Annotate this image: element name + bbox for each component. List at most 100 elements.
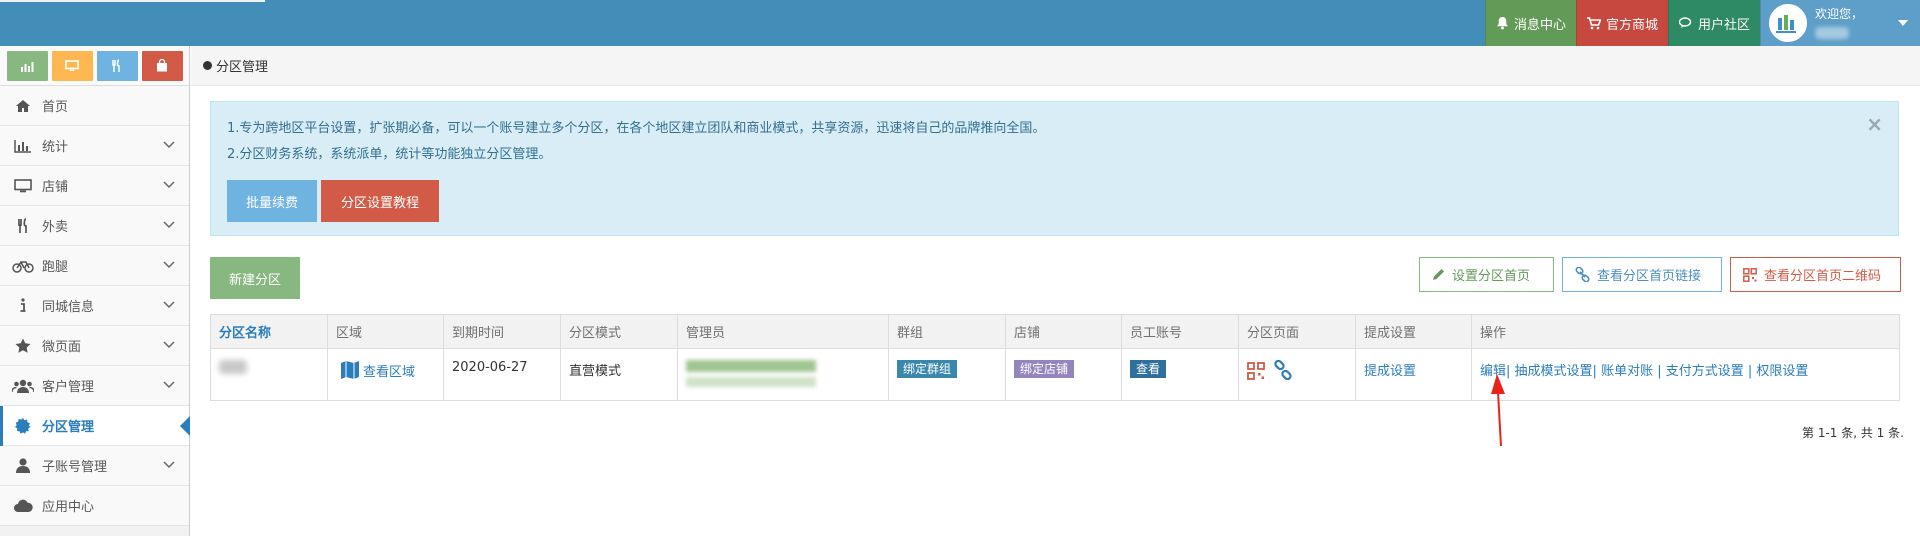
cell-expire: 2020-06-27: [443, 348, 561, 401]
partition-table: 分区名称 区域 到期时间 分区模式 管理员 群组 店铺 员工账号 分区页面 提成…: [210, 314, 1900, 401]
sidebar-item-takeout[interactable]: 外卖: [0, 206, 189, 246]
view-partition-link-label: 查看分区首页链接: [1597, 269, 1702, 284]
chevron-down-icon: [163, 181, 175, 189]
sidebar-item-app-center[interactable]: 应用中心: [0, 486, 189, 526]
cell-partition-name: [210, 348, 328, 401]
sidebar-item-label: 微页面: [42, 340, 82, 355]
col-page: 分区页面: [1238, 314, 1356, 349]
col-region: 区域: [327, 314, 444, 349]
sidebar-item-customers[interactable]: 客户管理: [0, 366, 189, 406]
sidebar-item-label: 同城信息: [42, 300, 95, 315]
sidebar-item-label: 店铺: [42, 180, 69, 195]
bar-chart-icon: [12, 137, 34, 155]
col-staff: 员工账号: [1121, 314, 1239, 349]
annotation-arrow: [1491, 374, 1505, 447]
sidebar-item-errand[interactable]: 跑腿: [0, 246, 189, 286]
info-alert: × 1.专为跨地区平台设置，扩张期必备，可以一个账号建立多个分区，在各个地区建立…: [210, 101, 1899, 236]
set-partition-home-label: 设置分区首页: [1452, 269, 1531, 284]
view-staff-badge[interactable]: 查看: [1130, 360, 1167, 378]
user-name-redacted: [1815, 27, 1849, 39]
shortcut-shop-button[interactable]: [141, 50, 183, 81]
desktop-icon: [65, 59, 79, 71]
shopping-bag-icon: [157, 59, 167, 72]
sidebar-item-home[interactable]: 首页: [0, 86, 189, 126]
admin-redacted-top: [686, 360, 816, 372]
shortcut-desktop-button[interactable]: [51, 50, 93, 81]
qrcode-icon: [1743, 267, 1757, 282]
logo-icon: [1775, 15, 1796, 33]
user-community-button[interactable]: 用户社区: [1667, 0, 1760, 46]
new-partition-button[interactable]: 新建分区: [210, 257, 300, 299]
link-icon[interactable]: [1273, 359, 1293, 381]
sidebar-item-label: 应用中心: [42, 500, 95, 515]
sidebar-item-sub-account[interactable]: 子账号管理: [0, 446, 189, 486]
cell-staff: 查看: [1121, 348, 1239, 401]
users-icon: [12, 377, 34, 395]
bill-reconcile-link[interactable]: 账单对账: [1601, 364, 1653, 379]
chevron-down-icon: [163, 221, 175, 229]
shortcut-stats-button[interactable]: [6, 50, 48, 81]
table-row: 查看区域 2020-06-27 直营模式 绑定群组 绑定店铺 查看 提成设置 编…: [210, 348, 1900, 401]
sidebar-item-stats[interactable]: 统计: [0, 126, 189, 166]
view-partition-link-button[interactable]: 查看分区首页链接: [1562, 257, 1722, 292]
sidebar-item-store[interactable]: 店铺: [0, 166, 189, 206]
official-shop-label: 官方商城: [1605, 17, 1658, 33]
official-shop-button[interactable]: 官方商城: [1575, 0, 1668, 46]
sidebar-item-label: 外卖: [42, 220, 69, 235]
sidebar-item-city-info[interactable]: 同城信息: [0, 286, 189, 326]
sidebar-item-micro-page[interactable]: 微页面: [0, 326, 189, 366]
col-shop: 店铺: [1005, 314, 1122, 349]
desktop-icon: [12, 177, 34, 195]
star-icon: [12, 337, 34, 355]
col-commission: 提成设置: [1355, 314, 1472, 349]
cart-icon: [1586, 16, 1601, 29]
chevron-down-icon: [163, 341, 175, 349]
sidebar-item-label: 客户管理: [42, 380, 95, 395]
cog-icon: [12, 417, 34, 435]
cell-page: [1238, 348, 1356, 401]
link-icon: [1575, 267, 1590, 282]
home-icon: [12, 97, 34, 115]
col-group: 群组: [888, 314, 1006, 349]
cutlery-icon: [112, 59, 120, 72]
message-center-button[interactable]: 消息中心: [1484, 0, 1576, 46]
sidebar-item-partition[interactable]: 分区管理: [0, 406, 190, 446]
tutorial-button[interactable]: 分区设置教程: [321, 180, 439, 222]
breadcrumb-current: 分区管理: [216, 60, 269, 75]
bell-icon: [1497, 17, 1508, 30]
info-icon: [12, 297, 34, 315]
col-partition-name[interactable]: 分区名称: [210, 314, 328, 349]
payment-method-link[interactable]: 支付方式设置: [1666, 364, 1744, 379]
close-icon[interactable]: ×: [1866, 112, 1883, 136]
bind-shop-badge[interactable]: 绑定店铺: [1014, 360, 1075, 378]
bicycle-icon: [12, 257, 34, 275]
sidebar-item-label: 统计: [42, 140, 69, 155]
view-region-link[interactable]: 查看区域: [340, 360, 415, 380]
alert-line-2: 2.分区财务系统，系统派单，统计等功能独立分区管理。: [227, 147, 552, 162]
message-center-label: 消息中心: [1513, 17, 1566, 33]
bind-group-badge[interactable]: 绑定群组: [897, 360, 958, 378]
user-info: 欢迎您，: [1815, 7, 1863, 39]
commission-mode-link[interactable]: 抽成模式设置: [1515, 364, 1593, 379]
view-region-label: 查看区域: [363, 364, 416, 380]
map-icon: [341, 361, 359, 379]
sidebar-shortcuts: [0, 46, 189, 86]
col-mode: 分区模式: [560, 314, 678, 349]
set-partition-home-button[interactable]: 设置分区首页: [1419, 257, 1554, 292]
sidebar: 首页 统计 店铺 外卖 跑腿 同城信息 微页面 客户管理 分区管理 子账号管理 …: [0, 46, 190, 536]
top-nav-items: 消息中心 官方商城 用户社区 欢迎您，: [1484, 0, 1920, 46]
signal-icon: [21, 61, 34, 72]
batch-renew-button[interactable]: 批量续费: [227, 180, 317, 222]
commission-settings-link[interactable]: 提成设置: [1364, 364, 1416, 379]
sidebar-item-label: 跑腿: [42, 260, 69, 275]
user-menu[interactable]: 欢迎您，: [1760, 0, 1920, 46]
col-expire: 到期时间: [443, 314, 561, 349]
qrcode-icon[interactable]: [1247, 362, 1265, 380]
cell-admin: [677, 348, 889, 401]
view-partition-qr-button[interactable]: 查看分区首页二维码: [1730, 257, 1901, 292]
permission-settings-link[interactable]: 权限设置: [1756, 364, 1808, 379]
shortcut-cutlery-button[interactable]: [96, 50, 138, 81]
partition-name-redacted: [219, 360, 247, 374]
cutlery-icon: [12, 217, 34, 235]
pagination-summary: 第 1-1 条, 共 1 条.: [1802, 426, 1904, 440]
